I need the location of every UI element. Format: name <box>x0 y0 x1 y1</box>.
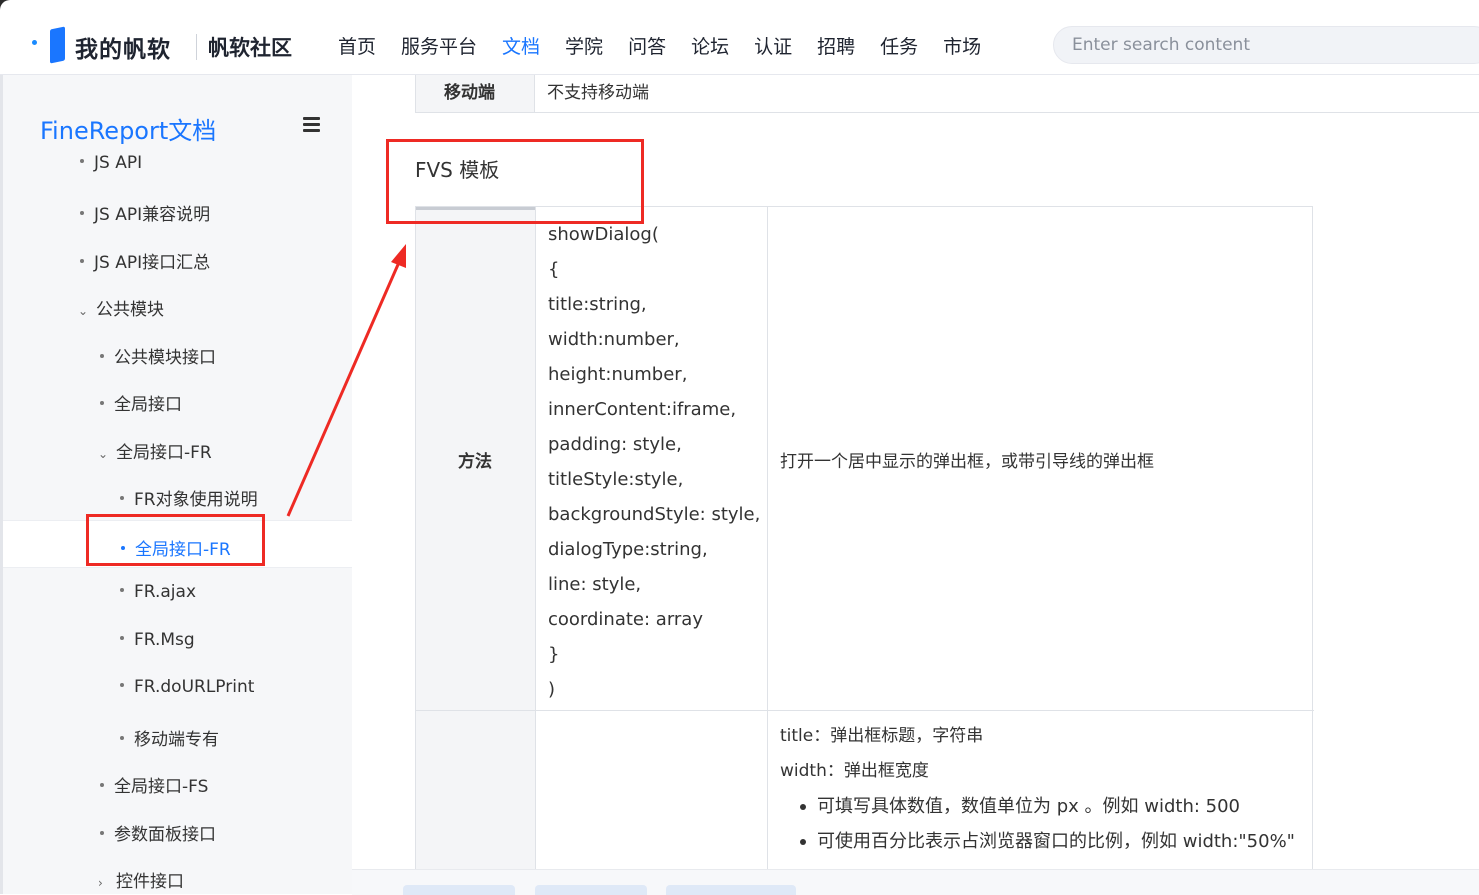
param-description: title：弹出框标题，字符串 width：弹出框宽度 可填写具体数值，数值单位… <box>780 719 1295 859</box>
sidebar-item-widget-api[interactable]: › 控件接口 <box>98 867 184 892</box>
bullet-icon <box>120 496 124 500</box>
sidebar-item-fr-ajax[interactable]: FR.ajax <box>120 582 196 602</box>
nav-item-service[interactable]: 服务平台 <box>401 32 477 59</box>
bullet-icon <box>120 636 124 640</box>
sidebar-item-js-api-summary[interactable]: JS API接口汇总 <box>80 248 210 273</box>
menu-icon[interactable] <box>303 117 320 135</box>
bottom-toolbar <box>352 869 1479 895</box>
code-line: padding: style, <box>548 434 682 455</box>
bullet-icon <box>120 588 124 592</box>
sidebar-item-param-panel-api[interactable]: 参数面板接口 <box>100 820 216 845</box>
nav-item-academy[interactable]: 学院 <box>565 32 603 59</box>
sidebar-title[interactable]: FineReport文档 <box>40 111 216 146</box>
bullet-icon <box>120 683 124 687</box>
nav-item-docs[interactable]: 文档 <box>502 32 540 59</box>
sidebar-item-fr-msg[interactable]: FR.Msg <box>120 630 195 650</box>
browser-top-strip <box>0 0 1479 10</box>
code-line: line: style, <box>548 574 642 595</box>
mobile-support-row: 移动端 不支持移动端 <box>415 75 1479 113</box>
code-line: title:string, <box>548 294 647 315</box>
sidebar-item-common-module[interactable]: ⌄ 公共模块 <box>78 295 164 320</box>
nav-item-forum[interactable]: 论坛 <box>691 32 729 59</box>
code-line: dialogType:string, <box>548 539 708 560</box>
bullet-icon <box>80 159 84 163</box>
code-line: } <box>548 644 560 665</box>
nav-item-market[interactable]: 市场 <box>943 32 981 59</box>
sidebar-item-common-module-api[interactable]: 公共模块接口 <box>100 343 216 368</box>
nav-item-jobs[interactable]: 招聘 <box>817 32 855 59</box>
site-header: 我的帆软 帆软社区 首页 服务平台 文档 学院 问答 论坛 认证 招聘 任务 市… <box>0 10 1479 75</box>
sidebar-item-js-api-compat[interactable]: JS API兼容说明 <box>80 200 210 225</box>
code-line: titleStyle:style, <box>548 469 684 490</box>
main-nav: 首页 服务平台 文档 学院 问答 论坛 认证 招聘 任务 市场 <box>338 32 1006 59</box>
logo-divider <box>196 34 197 60</box>
sidebar-item-global-api[interactable]: 全局接口 <box>100 390 182 415</box>
code-line: ) <box>548 679 556 700</box>
nav-item-tasks[interactable]: 任务 <box>880 32 918 59</box>
param-title: title：弹出框标题，字符串 <box>780 726 984 746</box>
chevron-right-icon[interactable]: › <box>98 876 108 890</box>
mobile-value-cell: 不支持移动端 <box>547 83 649 103</box>
sidebar-item-mobile-only[interactable]: 移动端专有 <box>120 725 219 750</box>
code-line: height:number, <box>548 364 688 385</box>
nav-item-home[interactable]: 首页 <box>338 32 376 59</box>
bullet-icon <box>100 783 104 787</box>
chevron-down-icon[interactable]: ⌄ <box>78 304 88 318</box>
code-line: width:number, <box>548 329 680 350</box>
code-line: coordinate: array <box>548 609 703 630</box>
method-description: 打开一个居中显示的弹出框，或带引导线的弹出框 <box>780 452 1154 472</box>
logo-mark-icon <box>50 26 65 64</box>
param-width: width：弹出框宽度 <box>780 761 929 781</box>
code-line: backgroundStyle: style, <box>548 504 761 525</box>
annotation-box-sidebar <box>86 514 265 566</box>
nav-item-certification[interactable]: 认证 <box>754 32 792 59</box>
mobile-header-cell: 移动端 <box>444 83 495 103</box>
logo-dot-icon <box>32 40 37 45</box>
sidebar-item-fr-dourlprint[interactable]: FR.doURLPrint <box>120 677 254 697</box>
doc-sidebar: FineReport文档 JS API JS API兼容说明 JS API接口汇… <box>0 75 352 894</box>
sidebar-item-global-api-fr-group[interactable]: ⌄ 全局接口-FR <box>98 438 212 463</box>
list-item: 可使用百分比表示占浏览器窗口的比例，例如 width:"50%" <box>780 824 1295 859</box>
code-line: { <box>548 259 560 280</box>
bullet-icon <box>100 831 104 835</box>
annotation-box-fvs <box>386 139 644 224</box>
nav-item-qa[interactable]: 问答 <box>628 32 666 59</box>
bullet-icon <box>80 211 84 215</box>
sidebar-item-fr-object-usage[interactable]: FR对象使用说明 <box>120 485 258 510</box>
chevron-down-icon[interactable]: ⌄ <box>98 447 108 461</box>
code-line: innerContent:iframe, <box>548 399 737 420</box>
list-item: 可填写具体数值，数值单位为 px 。例如 width: 500 <box>780 789 1295 824</box>
sidebar-item-global-api-fs[interactable]: 全局接口-FS <box>100 772 208 797</box>
search-input[interactable]: Enter search content <box>1053 26 1479 64</box>
bullet-icon <box>120 736 124 740</box>
bullet-icon <box>80 259 84 263</box>
logo-sub-text[interactable]: 帆软社区 <box>208 32 292 62</box>
bullet-icon <box>100 401 104 405</box>
logo-main-text[interactable]: 我的帆软 <box>75 30 171 64</box>
bullet-icon <box>100 354 104 358</box>
method-header-cell: 方法 <box>458 452 492 472</box>
sidebar-item-js-api[interactable]: JS API <box>80 153 142 173</box>
search-placeholder: Enter search content <box>1072 35 1250 55</box>
method-signature: showDialog( { title:string, width:number… <box>548 217 760 707</box>
api-table: 方法 showDialog( { title:string, width:num… <box>415 206 1314 894</box>
